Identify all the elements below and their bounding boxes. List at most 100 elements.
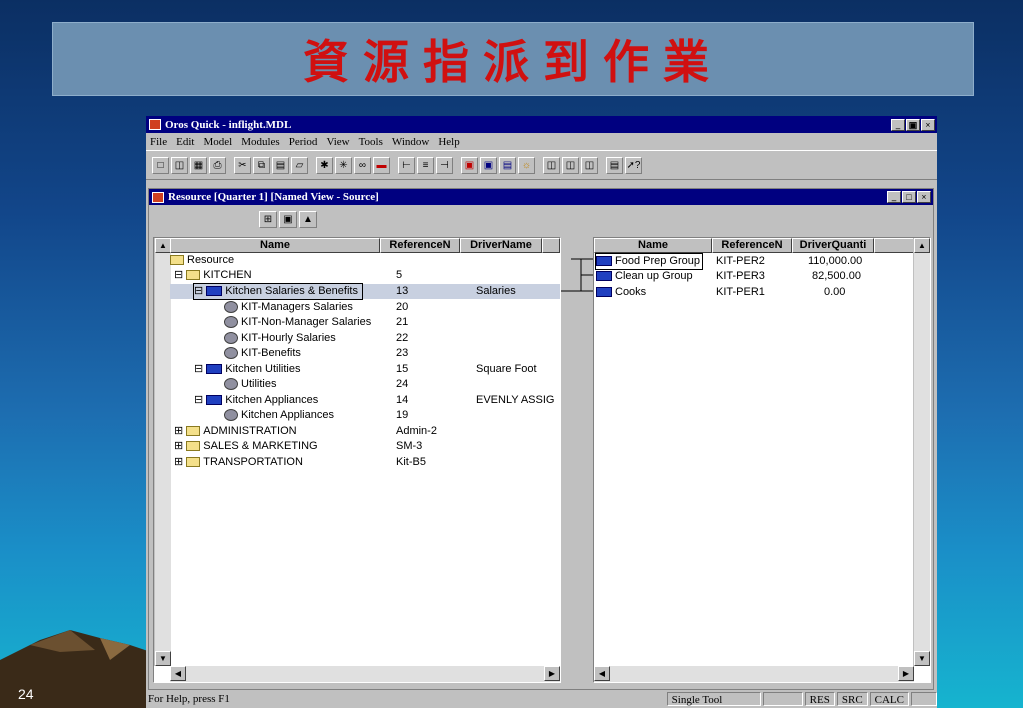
- tree-row[interactable]: Resource: [170, 253, 560, 268]
- scroll-left-button[interactable]: ◀: [170, 666, 186, 681]
- activity-row[interactable]: Clean up Group KIT-PER3 82,500.00: [594, 269, 916, 284]
- filter-icon[interactable]: ▲: [299, 210, 317, 228]
- col-driver-header[interactable]: DriverName: [460, 238, 542, 253]
- activity-row[interactable]: Cooks KIT-PER1 0.00: [594, 285, 916, 300]
- scroll-up-button[interactable]: ▲: [155, 238, 171, 253]
- status-empty: [762, 692, 803, 706]
- tree-row[interactable]: ⊞ TRANSPORTATION Kit-B5: [170, 455, 560, 470]
- folder-icon: [186, 426, 201, 437]
- tree-row[interactable]: ⊞ ADMINISTRATION Admin-2: [170, 424, 560, 439]
- tree-row[interactable]: ⊟ Kitchen Appliances 14 EVENLY ASSIG: [170, 393, 560, 408]
- new-file-icon[interactable]: □: [152, 156, 169, 174]
- module-icon-3[interactable]: ◫: [581, 156, 598, 174]
- status-bar: For Help, press F1 Single Tool RES SRC C…: [146, 690, 937, 708]
- col-name-header[interactable]: Name: [594, 238, 712, 253]
- tree-collapse-icon[interactable]: ⊣: [436, 156, 453, 174]
- resource-icon: [596, 287, 612, 298]
- left-horizontal-scrollbar[interactable]: ◀ ▶: [170, 666, 560, 682]
- help-pointer-icon[interactable]: ➚?: [625, 156, 642, 174]
- calculate-icon[interactable]: ☼: [518, 156, 535, 174]
- tree-row[interactable]: ⊟ Kitchen Utilities 15 Square Foot: [170, 362, 560, 377]
- paste-icon[interactable]: ▤: [272, 156, 289, 174]
- menu-period[interactable]: Period: [289, 136, 318, 148]
- activity-icon: [224, 409, 238, 422]
- tree-row[interactable]: KIT-Managers Salaries 20: [170, 300, 560, 315]
- app-icon: [149, 119, 161, 130]
- child-close-button[interactable]: ×: [917, 191, 931, 203]
- menu-help[interactable]: Help: [438, 136, 459, 148]
- resource-view-icon[interactable]: ▣: [461, 156, 478, 174]
- find-icon[interactable]: ▣: [279, 210, 297, 228]
- copy-icon[interactable]: ⧉: [253, 156, 270, 174]
- tree-body: Resource ⊟ KITCHEN 5 ⊟ Kitchen Salaries …: [170, 253, 560, 668]
- menu-model[interactable]: Model: [203, 136, 232, 148]
- format-icon[interactable]: ▱: [291, 156, 308, 174]
- child-title: Resource [Quarter 1] [Named View - Sourc…: [168, 191, 379, 203]
- child-minimize-button[interactable]: _: [887, 191, 901, 203]
- child-icon: [152, 191, 164, 203]
- link-icon[interactable]: ∞: [354, 156, 371, 174]
- menu-edit[interactable]: Edit: [176, 136, 194, 148]
- minimize-button[interactable]: _: [891, 118, 905, 131]
- costobject-view-icon[interactable]: ▤: [499, 156, 516, 174]
- activity-icon: [224, 316, 238, 329]
- insert-child-icon[interactable]: ✳: [335, 156, 352, 174]
- resource-icon: [596, 256, 612, 267]
- scroll-left-button[interactable]: ◀: [594, 666, 610, 681]
- col-extra-header: [542, 238, 560, 253]
- activity-row-selected[interactable]: Food Prep Group KIT-PER2 110,000.00: [594, 253, 916, 270]
- menu-view[interactable]: View: [326, 136, 349, 148]
- scroll-right-button[interactable]: ▶: [898, 666, 914, 681]
- print-icon[interactable]: ⎙: [209, 156, 226, 174]
- scroll-down-button[interactable]: ▼: [914, 651, 930, 666]
- right-horizontal-scrollbar[interactable]: ◀ ▶: [594, 666, 914, 682]
- col-name-header[interactable]: Name: [170, 238, 380, 253]
- status-calc: CALC: [869, 692, 909, 706]
- menu-file[interactable]: File: [150, 136, 167, 148]
- col-reference-header[interactable]: ReferenceN: [380, 238, 460, 253]
- tree-row[interactable]: KIT-Hourly Salaries 22: [170, 331, 560, 346]
- activity-pane[interactable]: Name ReferenceN DriverQuanti ▲ ▼ Food Pr…: [593, 237, 931, 683]
- module-icon-1[interactable]: ◫: [543, 156, 560, 174]
- resource-icon: [206, 364, 223, 375]
- tree-expand-icon[interactable]: ⊢: [398, 156, 415, 174]
- slide-title-banner: 資源指派到作業: [52, 22, 974, 96]
- scroll-down-button[interactable]: ▼: [155, 651, 171, 666]
- tree-row[interactable]: ⊟ KITCHEN 5: [170, 268, 560, 283]
- module-icon-2[interactable]: ◫: [562, 156, 579, 174]
- tree-list-icon[interactable]: ≡: [417, 156, 434, 174]
- tree-row[interactable]: Utilities 24: [170, 377, 560, 392]
- insert-icon[interactable]: ✱: [316, 156, 333, 174]
- restore-button[interactable]: ▣: [906, 118, 920, 131]
- right-header: Name ReferenceN DriverQuanti: [594, 238, 916, 253]
- scroll-up-button[interactable]: ▲: [914, 238, 930, 253]
- open-folder-icon[interactable]: ◫: [171, 156, 188, 174]
- tree-row-selected[interactable]: ⊟ Kitchen Salaries & Benefits 13 Salarie…: [170, 283, 560, 300]
- close-button[interactable]: ×: [921, 118, 935, 131]
- col-reference-header[interactable]: ReferenceN: [712, 238, 792, 253]
- activity-icon: [224, 378, 238, 391]
- menu-modules[interactable]: Modules: [241, 136, 280, 148]
- delete-icon[interactable]: ▬: [373, 156, 390, 174]
- cut-icon[interactable]: ✂: [234, 156, 251, 174]
- toolbar: □ ◫ ▦ ⎙ ✂ ⧉ ▤ ▱ ✱ ✳ ∞ ▬ ⊢ ≡ ⊣ ▣ ▣ ▤ ☼ ◫ …: [146, 150, 937, 180]
- col-quantity-header[interactable]: DriverQuanti: [792, 238, 874, 253]
- activity-view-icon[interactable]: ▣: [480, 156, 497, 174]
- save-icon[interactable]: ▦: [190, 156, 207, 174]
- right-vertical-scrollbar[interactable]: ▲ ▼: [913, 238, 930, 666]
- expand-all-icon[interactable]: ⊞: [259, 210, 277, 228]
- resource-icon: [206, 395, 223, 406]
- tree-row[interactable]: ⊞ SALES & MARKETING SM-3: [170, 439, 560, 454]
- left-vertical-scrollbar[interactable]: ▲ ▼: [154, 238, 171, 666]
- child-maximize-button[interactable]: □: [902, 191, 916, 203]
- report-icon[interactable]: ▤: [606, 156, 623, 174]
- app-window: Oros Quick - inflight.MDL _ ▣ × File Edi…: [146, 116, 937, 708]
- tree-row[interactable]: KIT-Benefits 23: [170, 346, 560, 361]
- menu-tools[interactable]: Tools: [359, 136, 383, 148]
- tree-row[interactable]: Kitchen Appliances 19: [170, 408, 560, 423]
- menu-window[interactable]: Window: [392, 136, 429, 148]
- tree-row[interactable]: KIT-Non-Manager Salaries 21: [170, 315, 560, 330]
- scroll-right-button[interactable]: ▶: [544, 666, 560, 681]
- resource-tree-pane[interactable]: ▲ ▼ Name ReferenceN DriverName Resource …: [153, 237, 561, 683]
- status-res: RES: [804, 692, 835, 706]
